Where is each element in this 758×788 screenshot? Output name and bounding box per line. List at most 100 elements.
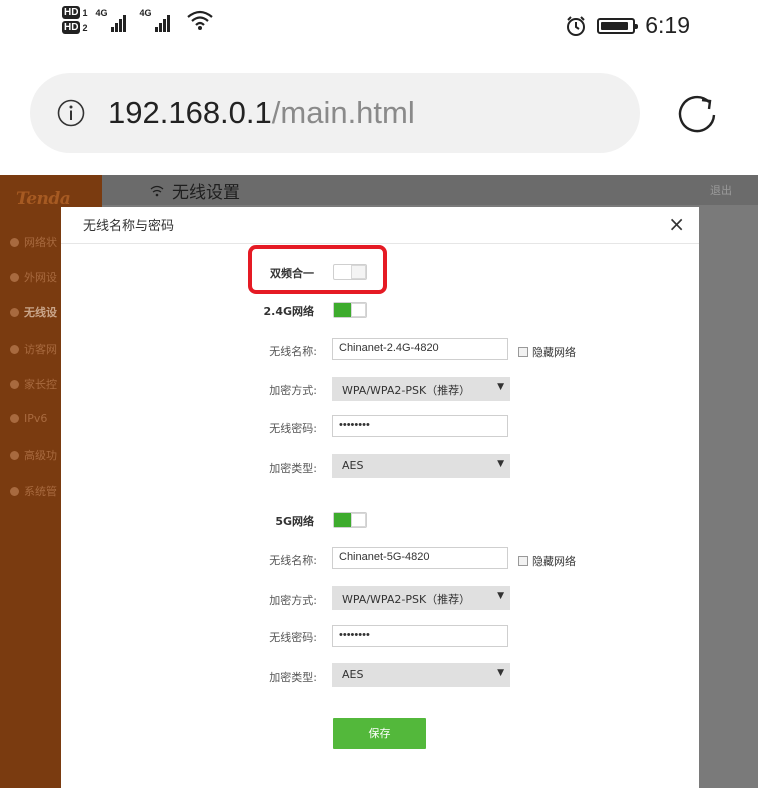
security-5g-select[interactable]: WPA/WPA2-PSK（推荐） ▼	[332, 586, 510, 610]
sim1-hd: HD 1	[62, 6, 87, 19]
ssid-label: 无线名称:	[269, 345, 317, 358]
password-label: 无线密码:	[269, 631, 317, 644]
toggle-fill	[334, 303, 351, 317]
sidebar-item-wireless[interactable]: 无线设	[10, 304, 57, 320]
wireless-modal: 无线名称与密码 × 双频合一 2.4G网络 无线名称: Chinanet-2.4…	[61, 207, 699, 788]
parental-icon	[10, 379, 19, 389]
cipher-label: 加密类型:	[269, 462, 317, 475]
guest-icon	[10, 344, 19, 354]
globe-icon	[10, 272, 19, 282]
router-page: Tenda 网络状 外网设 无线设 访客网 家长控 IPv6 高级功 系统管 无…	[0, 175, 758, 788]
password-5g-input[interactable]: ••••••••	[332, 625, 508, 647]
sidebar-item-label: IPv6	[24, 412, 48, 425]
sidebar-item-advanced[interactable]: 高级功	[10, 447, 57, 463]
toggle-knob	[351, 513, 366, 527]
sidebar-item-ipv6[interactable]: IPv6	[10, 412, 47, 425]
ipv6-icon	[10, 414, 19, 423]
sim-indicators: HD 1 HD 2	[62, 6, 87, 34]
sidebar-item-status[interactable]: 网络状	[10, 234, 57, 250]
network-type: 4G	[95, 8, 108, 18]
sidebar-item-guest[interactable]: 访客网	[10, 341, 57, 357]
sidebar-item-label: 网络状	[24, 236, 57, 249]
system-icon	[10, 486, 19, 496]
wifi-icon	[10, 307, 19, 317]
password-label: 无线密码:	[269, 422, 317, 435]
advanced-icon	[10, 450, 19, 460]
checkbox-box[interactable]	[518, 556, 528, 566]
url-text[interactable]: 192.168.0.1/main.html	[108, 93, 415, 133]
status-left: HD 1 HD 2 4G 4G	[62, 6, 215, 36]
hide-24g-checkbox[interactable]: 隐藏网络	[518, 344, 576, 360]
wifi-icon	[150, 185, 164, 196]
tenda-logo: Tenda	[16, 189, 71, 209]
top-bar: 无线设置 退出	[102, 175, 758, 205]
url-path: /main.html	[271, 95, 415, 130]
sim-number: 1	[82, 7, 88, 18]
wifi-icon	[187, 10, 214, 30]
ssid-24g-input[interactable]: Chinanet-2.4G-4820	[332, 338, 508, 360]
password-24g-input[interactable]: ••••••••	[332, 415, 508, 437]
sidebar-item-label: 访客网	[24, 343, 57, 356]
reload-icon[interactable]	[671, 88, 723, 140]
alarm-icon	[567, 15, 586, 36]
battery-fill	[601, 21, 629, 30]
sidebar-item-label: 系统管	[24, 485, 57, 498]
toggle-fill	[334, 513, 351, 527]
band-24g-label: 2.4G网络	[263, 305, 314, 318]
hd-badge: HD	[62, 6, 81, 19]
url-host: 192.168.0.1	[108, 95, 272, 130]
hide-5g-checkbox[interactable]: 隐藏网络	[518, 553, 576, 569]
select-value: WPA/WPA2-PSK（推荐）	[342, 593, 471, 606]
logout-link[interactable]: 退出	[710, 182, 732, 198]
status-right: 6:19	[565, 12, 690, 39]
clock: 6:19	[645, 12, 690, 38]
chevron-down-icon: ▼	[497, 459, 504, 469]
security-24g-select[interactable]: WPA/WPA2-PSK（推荐） ▼	[332, 377, 510, 401]
sidebar-item-label: 无线设	[24, 306, 57, 319]
checkbox-box[interactable]	[518, 347, 528, 357]
toggle-knob	[351, 303, 366, 317]
ssid-label: 无线名称:	[269, 554, 317, 567]
cipher-label: 加密类型:	[269, 671, 317, 684]
signal-icon: 4G	[95, 6, 131, 36]
signal-icon: 4G	[139, 6, 175, 36]
sidebar-item-label: 高级功	[24, 449, 57, 462]
cipher-5g-select[interactable]: AES ▼	[332, 663, 510, 687]
close-icon[interactable]: ×	[668, 213, 685, 235]
address-bar[interactable]: 192.168.0.1/main.html	[30, 73, 640, 153]
security-label: 加密方式:	[269, 384, 317, 397]
select-value: AES	[342, 459, 364, 472]
hide-network-label: 隐藏网络	[532, 555, 576, 568]
page-title: 无线设置	[150, 178, 240, 203]
network-type: 4G	[139, 8, 152, 18]
select-value: WPA/WPA2-PSK（推荐）	[342, 384, 471, 397]
select-value: AES	[342, 668, 364, 681]
sidebar-item-system[interactable]: 系统管	[10, 483, 57, 499]
hd-badge: HD	[62, 21, 81, 34]
sidebar-item-label: 外网设	[24, 271, 57, 284]
band-24g-toggle[interactable]	[333, 302, 367, 318]
status-icon	[10, 237, 19, 247]
chevron-down-icon: ▼	[497, 382, 504, 392]
battery-icon	[597, 17, 639, 34]
modal-header: 无线名称与密码 ×	[61, 207, 699, 244]
sim-number: 2	[82, 22, 88, 33]
hide-network-label: 隐藏网络	[532, 346, 576, 359]
ssid-5g-input[interactable]: Chinanet-5G-4820	[332, 547, 508, 569]
highlight-box	[248, 245, 387, 294]
security-label: 加密方式:	[269, 594, 317, 607]
chevron-down-icon: ▼	[497, 591, 504, 601]
save-button[interactable]: 保存	[333, 718, 426, 749]
chevron-down-icon: ▼	[497, 668, 504, 678]
status-bar: HD 1 HD 2 4G 4G 6:19	[0, 0, 758, 52]
band-5g-toggle[interactable]	[333, 512, 367, 528]
band-5g-label: 5G网络	[275, 515, 314, 528]
sim2-hd: HD 2	[62, 21, 87, 34]
modal-title: 无线名称与密码	[83, 219, 175, 234]
cipher-24g-select[interactable]: AES ▼	[332, 454, 510, 478]
sidebar-item-wan[interactable]: 外网设	[10, 269, 57, 285]
sidebar-item-parental[interactable]: 家长控	[10, 376, 57, 392]
sidebar-item-label: 家长控	[24, 378, 57, 391]
info-icon[interactable]	[56, 98, 86, 128]
page-title-text: 无线设置	[172, 183, 240, 203]
